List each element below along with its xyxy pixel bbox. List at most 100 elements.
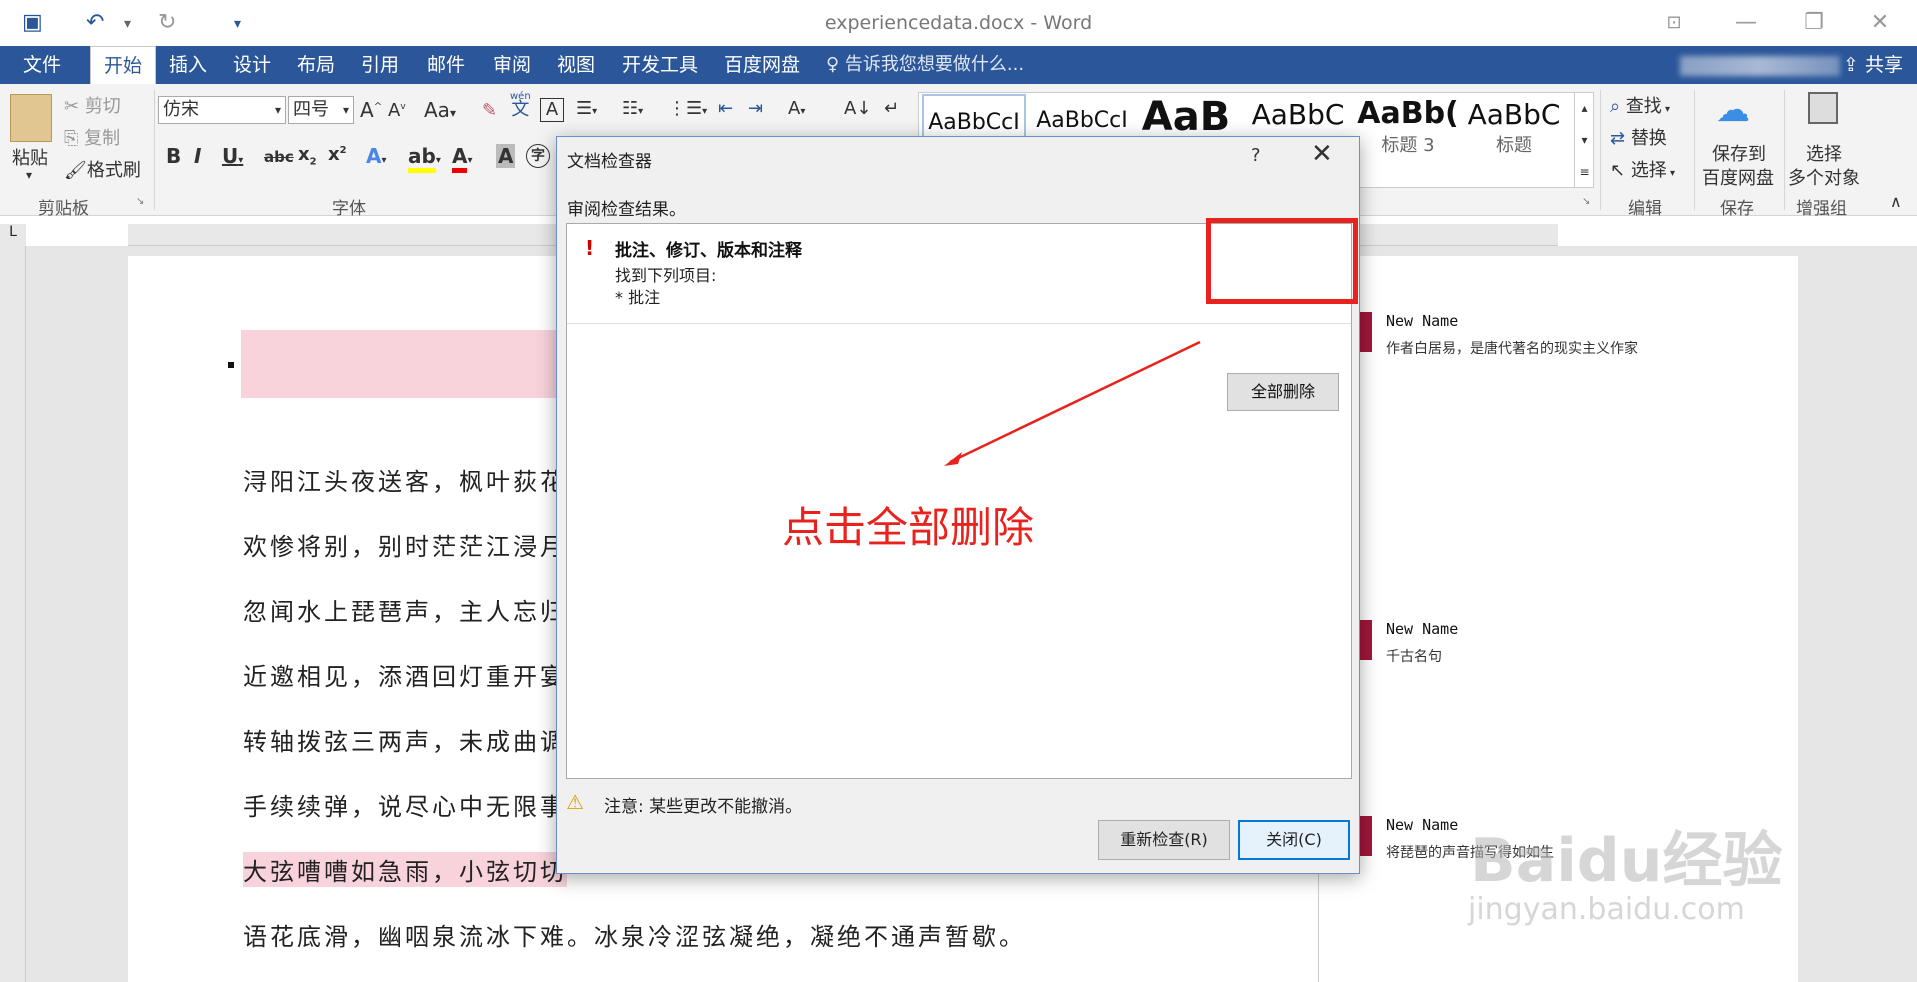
font-color-icon[interactable]: A▾ — [452, 144, 473, 173]
comment-author: New Name — [1386, 620, 1459, 638]
editing-group-label: 编辑 — [1628, 199, 1662, 219]
ribbon-display-icon[interactable]: ⊡ — [1654, 6, 1694, 40]
font-group-label: 字体 — [332, 199, 366, 219]
tab-baidu-netdisk[interactable]: 百度网盘 — [716, 46, 808, 84]
result-found-label: 找到下列项目: — [615, 266, 717, 285]
format-painter-button[interactable]: 🖌格式刷 — [64, 156, 141, 182]
comment-marker — [1360, 816, 1372, 856]
doc-line[interactable]: 近邀相见，添酒回灯重开宴 — [243, 657, 567, 692]
tab-references[interactable]: 引用 — [352, 46, 408, 84]
numbering-icon[interactable]: ☷▾ — [622, 98, 643, 119]
highlight-frame — [1206, 218, 1358, 304]
char-shading-icon[interactable]: A — [496, 144, 516, 168]
replace-button[interactable]: ⇄ 替换 — [1610, 124, 1667, 150]
search-icon: ⌕ — [1610, 96, 1626, 117]
select-button[interactable]: ↖ 选择 ▾ — [1610, 156, 1675, 182]
italic-icon[interactable]: I — [194, 144, 201, 168]
doc-line[interactable]: 欢惨将别，别时茫茫江浸月 — [243, 527, 567, 562]
doc-line[interactable]: 忽闻水上琵琶声，主人忘归 — [243, 592, 567, 627]
increase-indent-icon[interactable]: ⇥ — [748, 98, 763, 119]
change-case-button[interactable]: Aa▾ — [424, 98, 456, 122]
vertical-ruler[interactable] — [0, 246, 26, 982]
superscript-icon[interactable]: x2 — [328, 144, 347, 165]
shrink-font-icon[interactable]: Av — [388, 100, 406, 121]
text-effects-icon[interactable]: A▾ — [366, 144, 387, 168]
find-button[interactable]: ⌕ 查找 ▾ — [1610, 92, 1670, 118]
enhance-group-label: 增强组 — [1796, 199, 1847, 219]
cursor-icon: ↖ — [1610, 160, 1631, 181]
doc-line[interactable]: 大弦嘈嘈如急雨，小弦切切 — [243, 852, 567, 887]
grow-font-icon[interactable]: A^ — [360, 98, 382, 122]
clear-format-icon[interactable]: ✎ — [482, 100, 497, 121]
bullets-icon[interactable]: ☰▾ — [576, 98, 597, 119]
close-button[interactable]: 关闭(C) — [1238, 820, 1350, 860]
tab-view[interactable]: 视图 — [548, 46, 604, 84]
recheck-button[interactable]: 重新检查(R) — [1098, 820, 1230, 860]
tab-design[interactable]: 设计 — [224, 46, 280, 84]
title-bar: ▣ ↶ ▾ ↻ ▾ experiencedata.docx - Word ⊡ —… — [0, 0, 1917, 46]
remove-all-button[interactable]: 全部删除 — [1227, 373, 1339, 411]
tell-me-search[interactable]: ♀ 告诉我您想要做什么... — [826, 46, 1024, 84]
cut-button[interactable]: ✂ 剪切 — [64, 92, 121, 118]
font-size-select[interactable]: 四号 ▾ — [288, 96, 354, 124]
tab-file[interactable]: 文件 — [0, 46, 84, 84]
select-objects-label[interactable]: 多个对象 — [1788, 164, 1860, 190]
minimize-icon[interactable]: — — [1726, 6, 1766, 40]
chevron-down-icon: ▾ — [274, 103, 281, 117]
chinese-layout-icon[interactable]: A▾ — [788, 98, 805, 119]
font-name-select[interactable]: 仿宋 ▾ — [158, 96, 286, 124]
copy-icon: ⎘ — [64, 128, 85, 149]
bullet-mark — [228, 362, 234, 368]
tab-selector-icon[interactable]: L — [0, 224, 26, 246]
enclose-char-icon[interactable]: 字 — [526, 144, 550, 168]
clipboard-launcher-icon[interactable]: ↘ — [136, 196, 144, 207]
scissors-icon: ✂ — [64, 96, 85, 117]
tab-developer[interactable]: 开发工具 — [614, 46, 706, 84]
chevron-down-icon: ▾ — [342, 103, 349, 117]
tab-layout[interactable]: 布局 — [288, 46, 344, 84]
close-icon[interactable]: ✕ — [1311, 139, 1333, 169]
close-window-icon[interactable]: ✕ — [1860, 6, 1900, 40]
comment-text[interactable]: 作者白居易，是唐代著名的现实主义作家 — [1386, 338, 1638, 358]
multilevel-list-icon[interactable]: ⋮☰▾ — [668, 98, 707, 119]
select-objects-button[interactable]: 选择 — [1806, 140, 1842, 166]
comment-text[interactable]: 千古名句 — [1386, 646, 1442, 666]
decrease-indent-icon[interactable]: ⇤ — [718, 98, 733, 119]
style-heading-3[interactable]: AaBb(标题 3 — [1356, 94, 1460, 164]
comment-author: New Name — [1386, 312, 1459, 330]
phonetic-guide-icon[interactable]: wén 文 — [510, 90, 531, 119]
help-icon[interactable]: ? — [1251, 145, 1261, 166]
show-marks-icon[interactable]: ↵ — [884, 98, 899, 119]
tab-home[interactable]: 开始 — [90, 46, 156, 84]
char-border-icon[interactable]: A — [540, 98, 564, 122]
paste-dropdown-icon[interactable]: ▾ — [26, 168, 32, 182]
save-to-baidu-label[interactable]: 百度网盘 — [1702, 164, 1774, 190]
collapse-ribbon-icon[interactable]: ∧ — [1890, 192, 1902, 211]
underline-icon[interactable]: U▾ — [222, 144, 243, 168]
sort-icon[interactable]: A↓ — [844, 98, 871, 119]
style-title[interactable]: AaBbC 标题 — [1462, 94, 1566, 164]
subscript-icon[interactable]: x2 — [298, 144, 317, 168]
strikethrough-icon[interactable]: abc — [264, 148, 294, 166]
tab-mailings[interactable]: 邮件 — [418, 46, 474, 84]
tab-review[interactable]: 审阅 — [484, 46, 540, 84]
doc-line[interactable]: 手续续弹，说尽心中无限事 — [243, 787, 567, 822]
highlighted-title[interactable] — [241, 330, 561, 398]
highlight-icon[interactable]: ab▾ — [408, 144, 441, 173]
save-to-baidu-button[interactable]: 保存到 — [1712, 140, 1766, 166]
result-title: 批注、修订、版本和注释 — [615, 241, 802, 261]
tab-insert[interactable]: 插入 — [160, 46, 216, 84]
user-account-blurred[interactable] — [1680, 56, 1840, 76]
styles-scroll[interactable]: ▴ ▾ ≡ — [1574, 92, 1594, 188]
paste-button[interactable]: 粘贴 — [12, 144, 48, 170]
comment-author: New Name — [1386, 816, 1459, 834]
doc-line[interactable]: 转轴拨弦三两声，未成曲调 — [243, 722, 567, 757]
maximize-icon[interactable]: ❐ — [1794, 6, 1834, 40]
bold-icon[interactable]: B — [166, 144, 181, 168]
copy-button[interactable]: ⎘ 复制 — [64, 124, 120, 150]
styles-launcher-icon[interactable]: ↘ — [1582, 196, 1590, 207]
exclamation-icon: ! — [585, 236, 595, 260]
doc-line[interactable]: 浔阳江头夜送客，枫叶荻花 — [243, 462, 567, 497]
share-button[interactable]: ⇪ 共享 — [1843, 46, 1903, 84]
doc-line[interactable]: 语花底滑，幽咽泉流冰下难。冰泉冷涩弦凝绝，凝绝不通声暂歇。 — [243, 917, 1026, 952]
